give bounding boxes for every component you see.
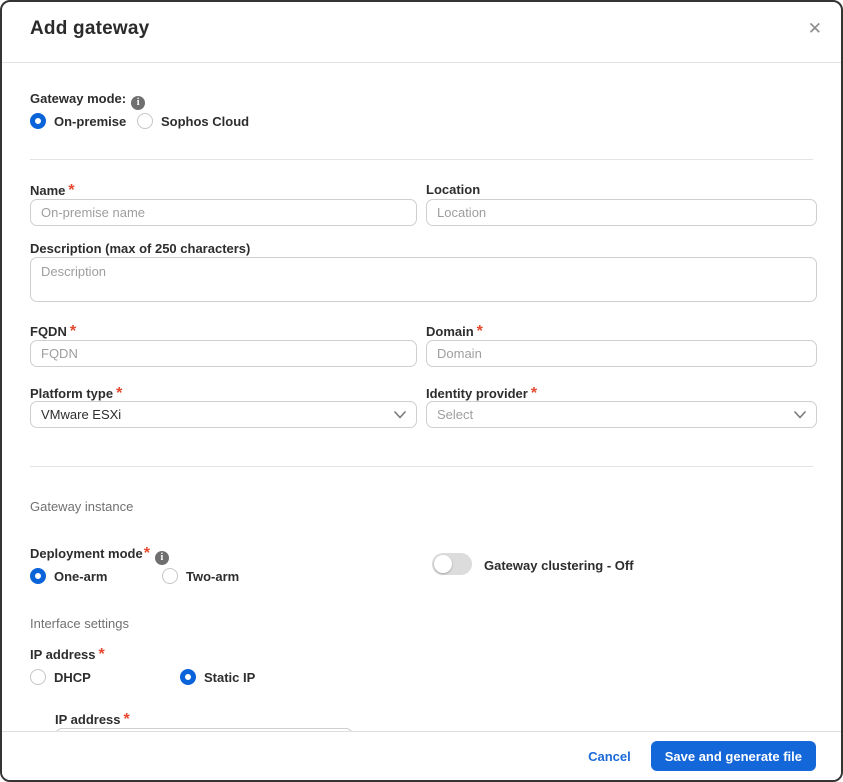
name-input[interactable] [30,199,417,226]
close-icon[interactable]: ✕ [808,20,822,37]
toggle-knob-icon [434,555,452,573]
chevron-down-icon [394,411,406,419]
section-divider [30,159,813,160]
deployment-mode-label-row: Deployment mode*i [30,545,169,565]
radio-static-ip[interactable]: Static IP [180,669,255,685]
add-gateway-dialog: Add gateway ✕ Gateway mode:i On-premise … [0,0,843,782]
fqdn-label: FQDN* [30,323,76,341]
radio-selected-icon [30,113,46,129]
chevron-down-icon [794,411,806,419]
gateway-instance-section-label: Gateway instance [30,499,133,514]
radio-one-arm[interactable]: One-arm [30,568,107,584]
header-divider [2,62,841,63]
radio-two-arm[interactable]: Two-arm [162,568,239,584]
gateway-mode-label: Gateway mode: [30,91,126,106]
identity-provider-select[interactable]: Select [426,401,817,428]
gateway-clustering-toggle[interactable] [432,553,472,575]
dialog-footer: Cancel Save and generate file [2,731,841,780]
save-and-generate-file-button[interactable]: Save and generate file [651,741,816,771]
info-icon[interactable]: i [131,96,145,110]
interface-settings-section-label: Interface settings [30,616,129,631]
radio-on-premise[interactable]: On-premise [30,113,126,129]
static-ip-address-label: IP address* [55,711,130,729]
radio-unselected-icon [30,669,46,685]
description-input[interactable] [30,257,817,302]
gateway-mode-label-row: Gateway mode: i [30,90,145,110]
description-label: Description (max of 250 characters) [30,241,250,256]
location-input[interactable] [426,199,817,226]
gateway-clustering-label: Gateway clustering - Off [484,558,634,573]
fqdn-input[interactable] [30,340,417,367]
dialog-title: Add gateway [30,18,149,40]
platform-type-select[interactable]: VMware ESXi [30,401,417,428]
location-label: Location [426,182,480,197]
domain-label: Domain* [426,323,483,341]
section-divider [30,466,813,467]
ip-address-label: IP address* [30,646,105,664]
name-label: Name* [30,182,75,200]
radio-unselected-icon [137,113,153,129]
radio-sophos-cloud[interactable]: Sophos Cloud [137,113,249,129]
radio-unselected-icon [162,568,178,584]
radio-selected-icon [180,669,196,685]
info-icon[interactable]: i [155,551,169,565]
cancel-button[interactable]: Cancel [588,749,631,764]
domain-input[interactable] [426,340,817,367]
radio-dhcp[interactable]: DHCP [30,669,91,685]
radio-selected-icon [30,568,46,584]
